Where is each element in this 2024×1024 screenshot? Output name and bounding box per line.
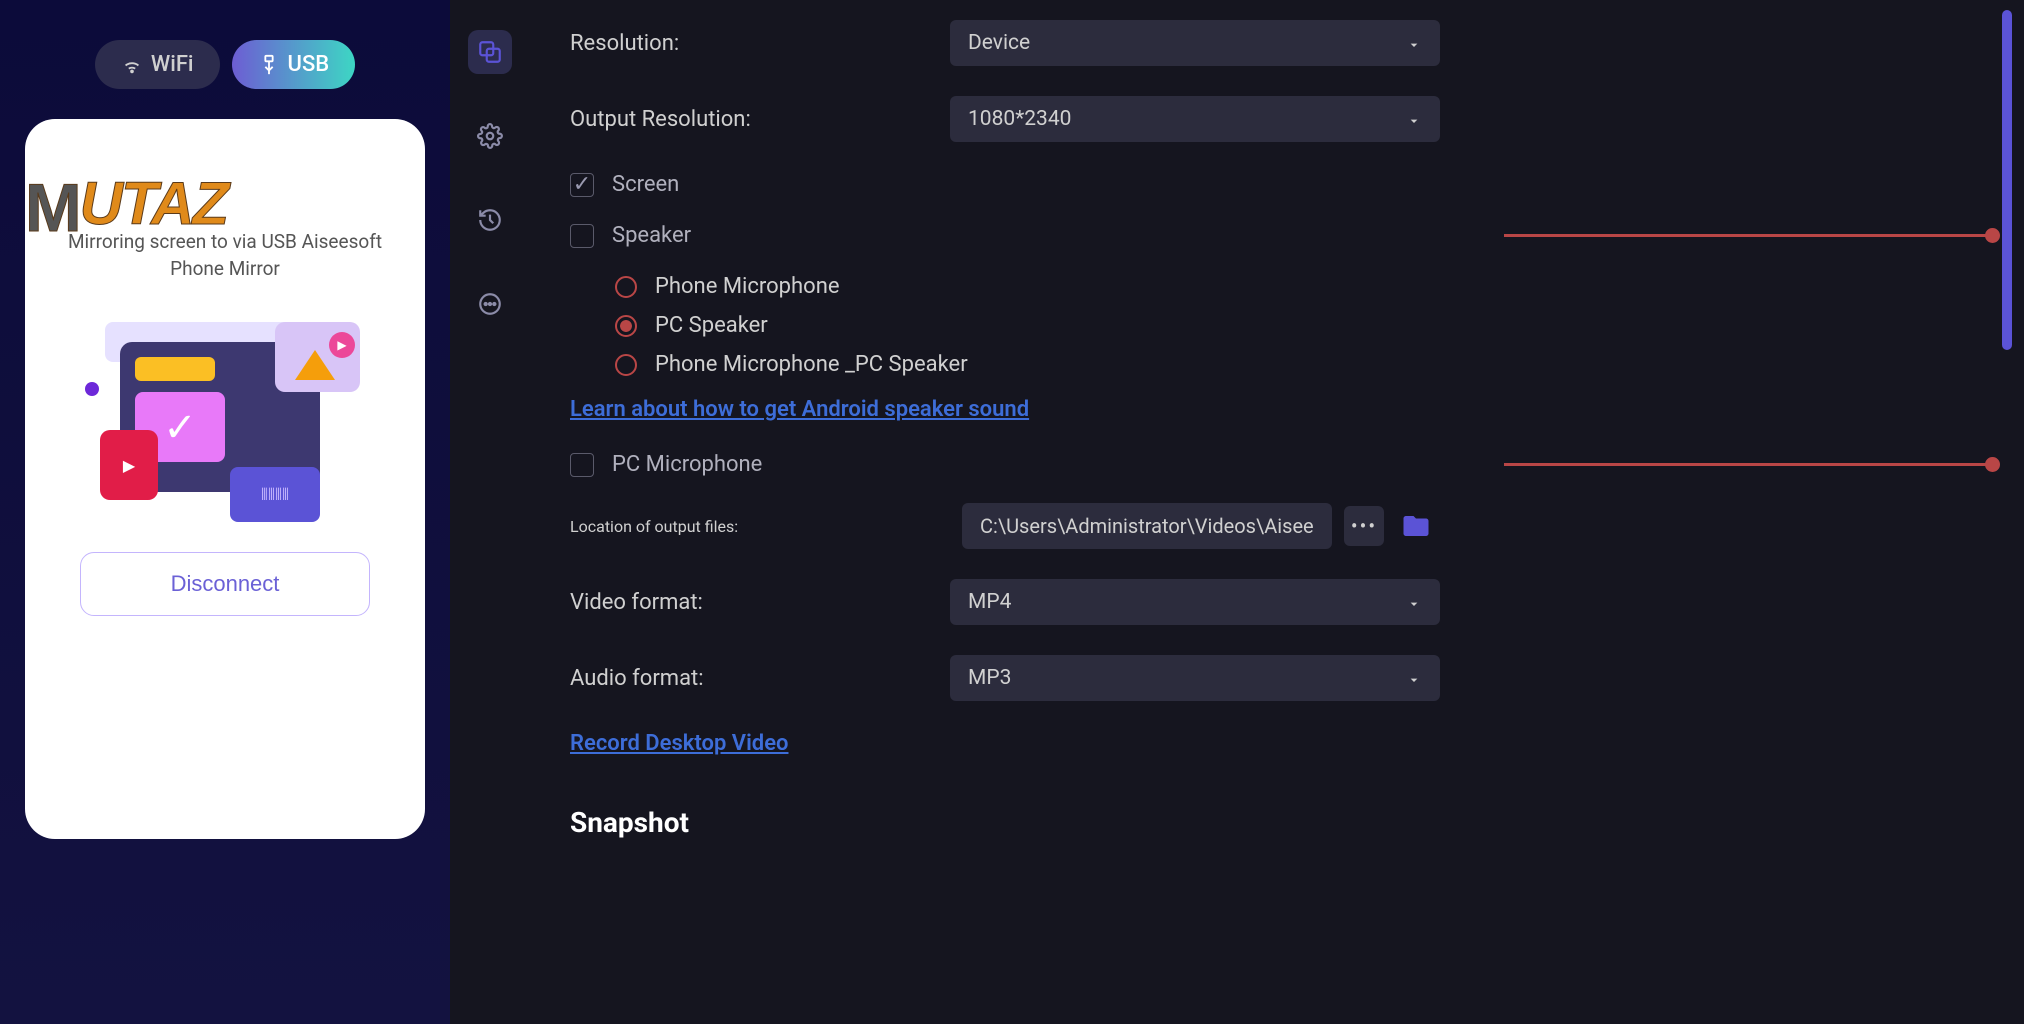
- nav-history-icon[interactable]: [468, 198, 512, 242]
- chevron-down-icon: [1406, 35, 1422, 51]
- pc-mic-volume-slider[interactable]: [1504, 463, 1994, 466]
- output-location-value: C:\Users\Administrator\Videos\Aisee: [980, 514, 1314, 538]
- radio-both-label: Phone Microphone _PC Speaker: [655, 352, 968, 377]
- nav-mirror-icon[interactable]: [468, 30, 512, 74]
- nav-more-icon[interactable]: [468, 282, 512, 326]
- record-desktop-link[interactable]: Record Desktop Video: [570, 731, 788, 756]
- wifi-icon: [121, 54, 143, 76]
- chevron-down-icon: [1406, 111, 1422, 127]
- radio-phone-mic[interactable]: [615, 276, 637, 298]
- speaker-volume-slider[interactable]: [1504, 234, 1994, 237]
- resolution-dropdown[interactable]: Device: [950, 20, 1440, 66]
- settings-panel: Resolution: Device Output Resolution: 10…: [530, 0, 2024, 1024]
- screen-checkbox-label: Screen: [612, 172, 679, 197]
- output-resolution-dropdown[interactable]: 1080*2340: [950, 96, 1440, 142]
- chevron-down-icon: [1406, 594, 1422, 610]
- output-location-field[interactable]: C:\Users\Administrator\Videos\Aisee: [962, 503, 1332, 549]
- audio-source-radio-group: Phone Microphone PC Speaker Phone Microp…: [612, 274, 1994, 377]
- audio-format-label: Audio format:: [570, 666, 950, 691]
- left-panel: WiFi USB MUTAZ Mirroring screen to via U…: [0, 0, 450, 1024]
- radio-phone-mic-label: Phone Microphone: [655, 274, 840, 299]
- audio-format-dropdown[interactable]: MP3: [950, 655, 1440, 701]
- open-folder-button[interactable]: [1396, 506, 1436, 546]
- output-resolution-value: 1080*2340: [968, 107, 1071, 131]
- pc-mic-checkbox-label: PC Microphone: [612, 452, 762, 477]
- learn-speaker-link[interactable]: Learn about how to get Android speaker s…: [570, 397, 1029, 422]
- usb-icon: [258, 54, 280, 76]
- radio-pc-speaker-label: PC Speaker: [655, 313, 768, 338]
- video-format-dropdown[interactable]: MP4: [950, 579, 1440, 625]
- sidebar: [450, 0, 530, 1024]
- screen-checkbox[interactable]: ✓: [570, 173, 594, 197]
- audio-format-value: MP3: [968, 666, 1011, 690]
- snapshot-section-title: Snapshot: [570, 806, 1994, 839]
- disconnect-button[interactable]: Disconnect: [80, 552, 370, 616]
- pc-mic-checkbox[interactable]: [570, 453, 594, 477]
- output-location-label: Location of output files:: [570, 517, 950, 536]
- mirror-illustration: ✓ ⦀⦀⦀⦀ ▶ ▶: [90, 322, 360, 522]
- radio-pc-speaker[interactable]: [615, 315, 637, 337]
- wifi-label: WiFi: [151, 52, 194, 77]
- speaker-checkbox-label: Speaker: [612, 223, 691, 248]
- watermark-logo: MUTAZ: [25, 169, 227, 247]
- scrollbar[interactable]: [2002, 10, 2012, 350]
- usb-tab[interactable]: USB: [232, 40, 356, 89]
- connection-pills: WiFi USB: [0, 40, 450, 89]
- video-format-value: MP4: [968, 590, 1011, 614]
- output-resolution-label: Output Resolution:: [570, 107, 950, 132]
- output-location-more-button[interactable]: •••: [1344, 506, 1384, 546]
- phone-card: MUTAZ Mirroring screen to via USB Aisees…: [25, 119, 425, 839]
- chevron-down-icon: [1406, 670, 1422, 686]
- resolution-label: Resolution:: [570, 31, 950, 56]
- nav-settings-icon[interactable]: [468, 114, 512, 158]
- radio-both[interactable]: [615, 354, 637, 376]
- speaker-checkbox[interactable]: [570, 224, 594, 248]
- video-format-label: Video format:: [570, 590, 950, 615]
- wifi-tab[interactable]: WiFi: [95, 40, 220, 89]
- resolution-value: Device: [968, 31, 1030, 55]
- usb-label: USB: [288, 52, 330, 77]
